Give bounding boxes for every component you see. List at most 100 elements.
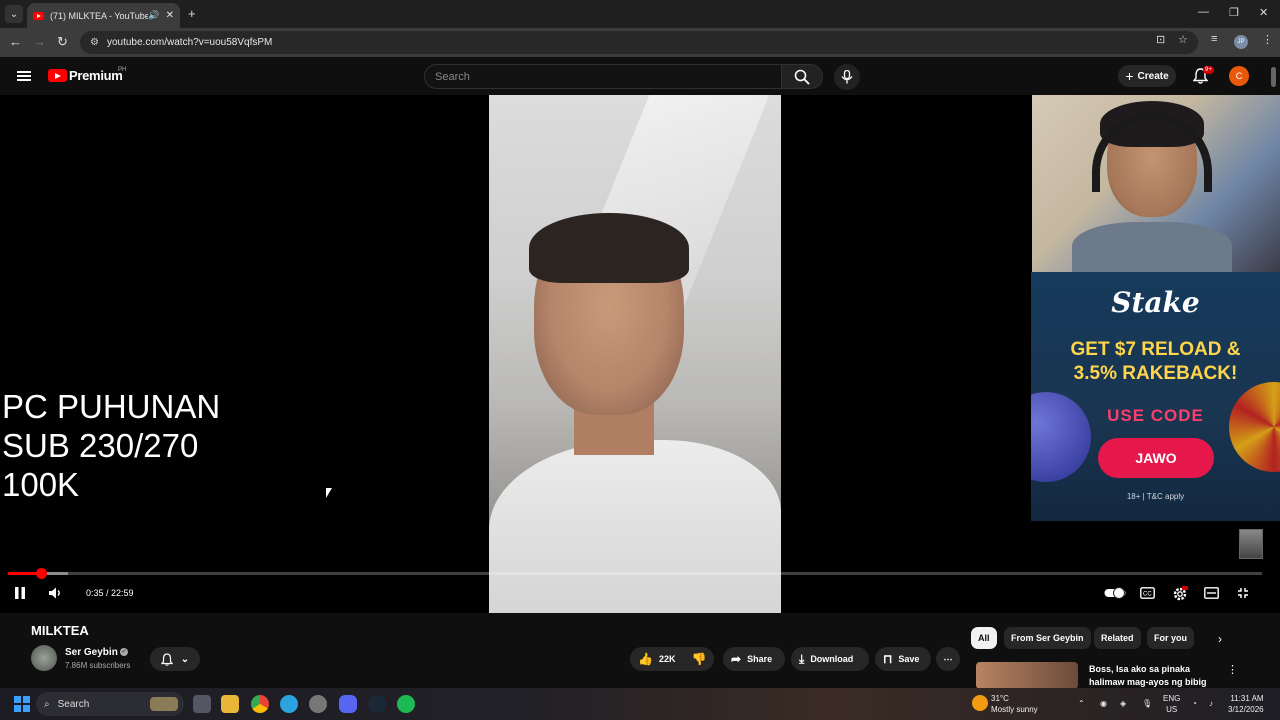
dislike-icon[interactable]: 👎 — [691, 652, 706, 666]
download-button[interactable]: ⤓ Download — [791, 647, 869, 671]
bookmark-star-icon[interactable]: ☆ — [1178, 33, 1188, 46]
wifi-icon[interactable]: ◔ — [1192, 698, 1197, 709]
install-app-icon[interactable]: ⊡ — [1156, 33, 1165, 46]
microphone-icon — [841, 70, 853, 84]
channel-name[interactable]: Ser Geybin — [65, 647, 118, 658]
chip-from-channel[interactable]: From Ser Geybin — [1004, 627, 1091, 649]
forward-icon[interactable]: → — [33, 34, 46, 49]
file-explorer-icon[interactable] — [221, 695, 239, 713]
back-icon[interactable]: ← — [9, 34, 22, 49]
share-button[interactable]: ➦ Share — [723, 647, 785, 671]
channel-watermark-thumbnail[interactable] — [1239, 529, 1263, 559]
like-count[interactable]: 22K — [659, 654, 676, 664]
input-language-line1: ENG — [1163, 694, 1181, 703]
progress-bar[interactable] — [8, 568, 1262, 579]
recommendation-title[interactable]: Boss, Isa ako sa pinaka halimaw mag-ayos… — [1089, 663, 1219, 689]
bell-icon — [160, 652, 173, 666]
clock[interactable]: 11:31 AM 3/12/2026 — [1228, 693, 1264, 715]
chip-related[interactable]: Related — [1094, 627, 1141, 649]
like-icon[interactable]: 👍 — [638, 652, 653, 666]
subscriber-count: 7.86M subscribers — [65, 661, 131, 670]
sponsor-ad-overlay: Stake GET $7 RELOAD & 3.5% RAKEBACK! USE… — [1031, 272, 1280, 521]
channel-avatar[interactable] — [31, 645, 57, 671]
account-avatar[interactable]: C — [1229, 66, 1249, 86]
like-dislike-group: 👍 22K 👎 — [630, 647, 714, 671]
telegram-icon[interactable] — [280, 695, 298, 713]
video-title: MILKTEA — [31, 623, 89, 638]
tab-audio-icon[interactable]: 🔊 — [148, 10, 159, 21]
more-actions-button[interactable]: ⋯ — [936, 647, 960, 671]
windows-start-icon[interactable] — [14, 696, 30, 712]
new-tab-button[interactable]: + — [188, 6, 196, 21]
create-label: Create — [1137, 70, 1169, 82]
miniplayer-icon[interactable] — [1204, 587, 1219, 599]
search-button[interactable] — [781, 64, 823, 89]
youtube-logo-icon[interactable] — [48, 69, 67, 82]
bookmark-icon: ⊓ — [883, 652, 893, 666]
reload-icon[interactable]: ↻ — [57, 34, 68, 50]
video-player[interactable]: PC PUHUNAN SUB 230/270 100K Stake GET $7… — [0, 95, 1280, 613]
brand-label[interactable]: Premium — [69, 68, 123, 83]
recommendation-menu-icon[interactable]: ⋮ — [1227, 663, 1238, 676]
weather-temperature: 31°C — [991, 694, 1009, 703]
voice-search-button[interactable] — [834, 64, 860, 90]
ad-logo: Stake — [1111, 286, 1200, 319]
save-button[interactable]: ⊓ Save — [875, 647, 931, 671]
address-bar[interactable]: ⚙ youtube.com/watch?v=uou58VqfsPM — [80, 31, 1198, 54]
tray-app-icon[interactable]: ◉ — [1100, 698, 1107, 709]
ad-headline-line2: 3.5% RAKEBACK! — [1073, 363, 1238, 384]
tray-overflow-chevron-icon[interactable]: ⌃ — [1078, 698, 1085, 709]
chrome-icon[interactable] — [251, 695, 269, 713]
save-label: Save — [898, 654, 920, 664]
browser-tab-active[interactable]: (71) MILKTEA - YouTube 🔊 ✕ — [27, 3, 180, 28]
steam-icon[interactable] — [368, 695, 386, 713]
search-input[interactable] — [435, 70, 781, 83]
speaker-icon[interactable]: ♪ — [1209, 698, 1213, 709]
task-view-icon[interactable] — [193, 695, 211, 713]
input-language-line2: US — [1166, 705, 1178, 714]
ad-headline: GET $7 RELOAD & 3.5% RAKEBACK! — [1031, 338, 1280, 386]
hamburger-menu-icon[interactable] — [17, 71, 31, 81]
restore-window-icon[interactable]: ❐ — [1229, 6, 1239, 19]
close-window-icon[interactable]: ✕ — [1259, 6, 1268, 19]
obs-icon[interactable] — [309, 695, 327, 713]
taskbar-search[interactable]: ⌕ Search — [36, 692, 184, 716]
weather-icon[interactable] — [972, 695, 988, 711]
browser-profile-avatar[interactable]: JP — [1234, 35, 1248, 49]
chip-for-you[interactable]: For you — [1147, 627, 1194, 649]
minimize-window-icon[interactable]: — — [1198, 6, 1209, 18]
tray-network-app-icon[interactable]: ◈ — [1120, 698, 1126, 709]
settings-gear-icon[interactable] — [1172, 586, 1188, 602]
fullscreen-exit-icon[interactable] — [1237, 587, 1249, 599]
spotify-icon[interactable] — [397, 695, 415, 713]
page-scrollbar[interactable] — [1271, 67, 1276, 87]
subscription-bell-button[interactable]: ⌄ — [150, 647, 200, 671]
progress-scrubber-handle[interactable] — [35, 568, 47, 579]
chevron-down-icon: ⌄ — [180, 653, 190, 665]
browser-menu-icon[interactable]: ⋮ — [1262, 33, 1273, 46]
autoplay-toggle-icon[interactable] — [1104, 587, 1126, 599]
weather-description: Mostly sunny — [991, 705, 1038, 714]
tab-search-menu-button[interactable]: ⌄ — [5, 5, 23, 23]
volume-icon[interactable] — [48, 586, 62, 600]
time-display: 0:35 / 22:59 — [86, 588, 134, 598]
reading-list-icon[interactable]: ≡ — [1211, 33, 1217, 45]
brand-region-label: PH — [118, 67, 127, 73]
recommendation-thumbnail[interactable] — [976, 662, 1078, 689]
input-language[interactable]: ENG US — [1163, 693, 1180, 715]
weather-widget[interactable]: 31°C Mostly sunny — [991, 693, 1038, 715]
tray-mic-icon[interactable]: 🎙 — [1142, 698, 1152, 709]
ad-code-label: USE CODE — [1107, 406, 1204, 425]
tab-close-icon[interactable]: ✕ — [166, 10, 174, 21]
ad-promo-code-button: JAWO — [1098, 438, 1214, 478]
youtube-masthead: Premium PH + Create 9+ C — [0, 57, 1280, 95]
discord-icon[interactable] — [339, 695, 357, 713]
captions-icon[interactable]: CC — [1140, 587, 1155, 599]
ad-headline-line1: GET $7 RELOAD & — [1070, 339, 1241, 360]
pause-icon[interactable] — [14, 587, 26, 599]
video-frame[interactable] — [489, 95, 781, 613]
create-button[interactable]: + Create — [1118, 65, 1176, 87]
site-info-icon[interactable]: ⚙ — [90, 37, 99, 48]
chips-next-arrow-icon[interactable]: › — [1218, 632, 1222, 646]
chip-all[interactable]: All — [971, 627, 997, 649]
